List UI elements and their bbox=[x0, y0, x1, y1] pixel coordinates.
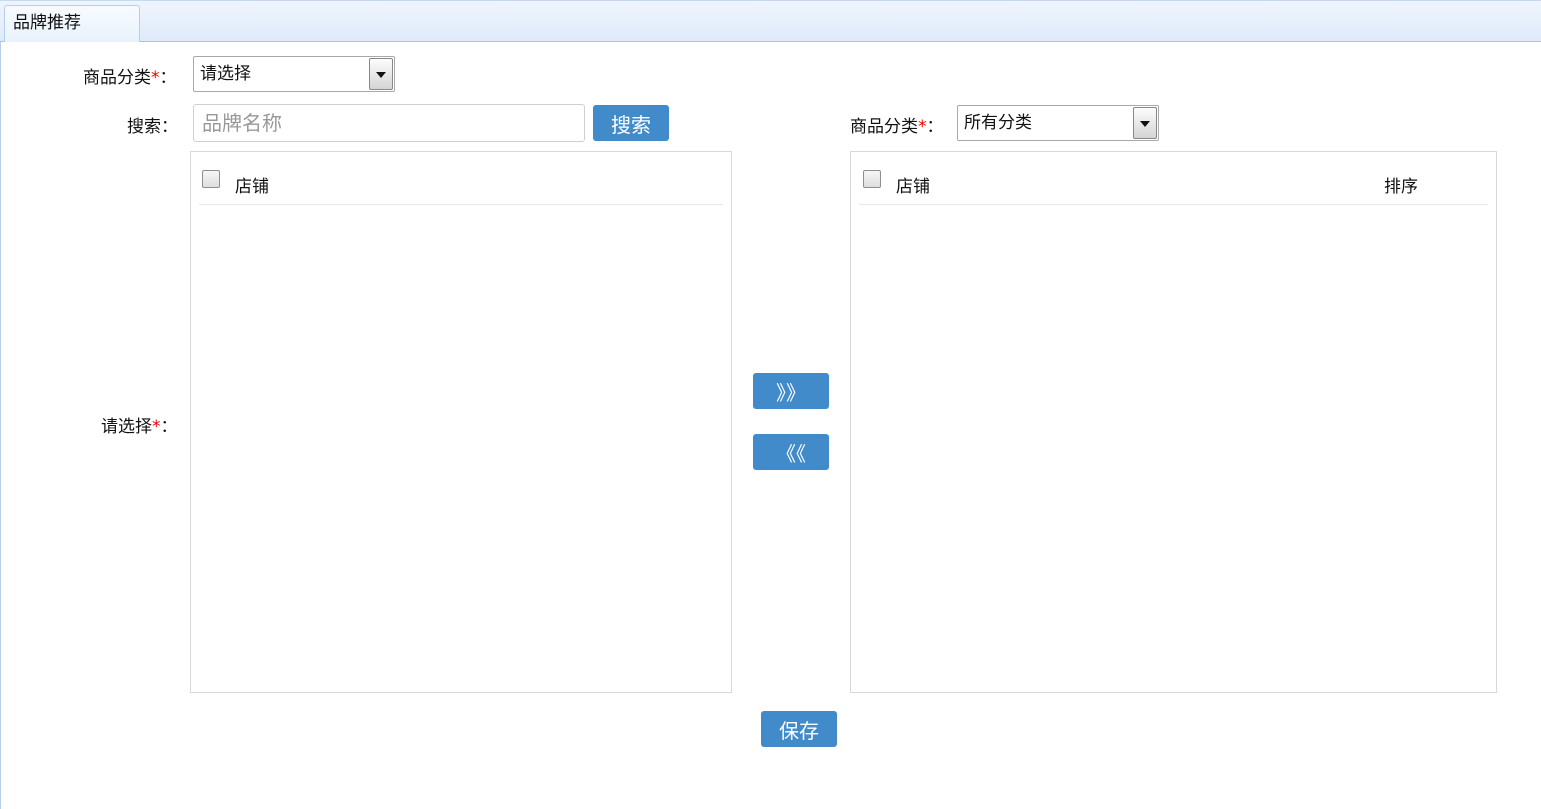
dropdown-arrow-icon[interactable] bbox=[369, 58, 393, 90]
right-category-label: 商品分类*： bbox=[850, 117, 944, 137]
right-select-all-checkbox[interactable] bbox=[863, 170, 881, 188]
right-list-header: 店铺 排序 bbox=[859, 152, 1488, 205]
category-select[interactable]: 请选择 bbox=[193, 56, 395, 92]
right-category-select-value: 所有分类 bbox=[964, 113, 1032, 133]
move-right-button[interactable]: 》》 bbox=[753, 373, 829, 409]
right-category-select[interactable]: 所有分类 bbox=[957, 105, 1159, 141]
brand-search-input[interactable] bbox=[193, 104, 585, 142]
left-column-shop: 店铺 bbox=[235, 177, 269, 197]
select-label: 请选择*： bbox=[101, 417, 178, 437]
dropdown-arrow-icon[interactable] bbox=[1133, 107, 1157, 139]
left-list-header: 店铺 bbox=[199, 152, 723, 205]
right-shop-list: 店铺 排序 bbox=[850, 151, 1497, 693]
right-column-sort: 排序 bbox=[1384, 177, 1418, 197]
tab-bar: 品牌推荐 bbox=[0, 0, 1541, 42]
save-button[interactable]: 保存 bbox=[761, 711, 837, 747]
left-shop-list: 店铺 bbox=[190, 151, 732, 693]
search-button[interactable]: 搜索 bbox=[593, 105, 669, 141]
tab-brand-recommend[interactable]: 品牌推荐 bbox=[4, 5, 140, 42]
right-column-shop: 店铺 bbox=[896, 177, 930, 197]
required-mark: * bbox=[151, 68, 160, 88]
left-select-all-checkbox[interactable] bbox=[202, 170, 220, 188]
search-label: 搜索： bbox=[127, 117, 178, 137]
category-select-value: 请选择 bbox=[200, 64, 251, 84]
main-content: 商品分类*： 请选择 搜索： 搜索 商品分类*： 所有分类 请选择*： 店铺 》… bbox=[0, 42, 1541, 809]
move-left-button[interactable]: 《《 bbox=[753, 434, 829, 470]
category-label: 商品分类*： bbox=[83, 68, 177, 88]
